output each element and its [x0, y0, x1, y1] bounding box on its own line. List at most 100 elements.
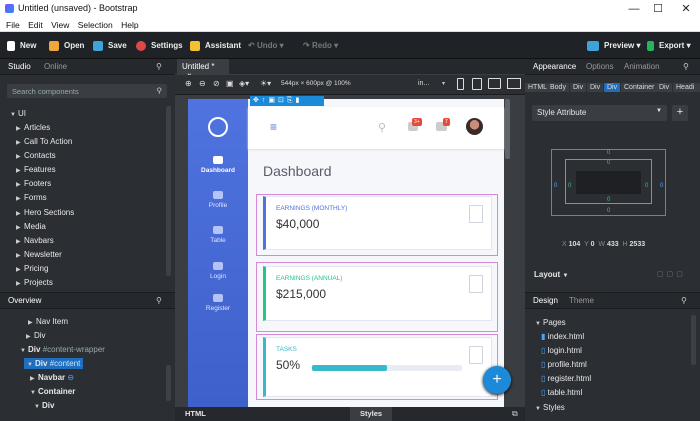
device-select[interactable]: in... — [418, 80, 429, 87]
overview-item-nav-item[interactable]: ▶ Nav Item — [28, 317, 68, 326]
menu-file[interactable]: File — [6, 20, 20, 30]
block-icon[interactable]: ⊘ — [213, 79, 220, 88]
export-button[interactable]: Export ▾ — [647, 39, 691, 52]
page-index[interactable]: ▮ index.html — [541, 332, 584, 341]
tree-item-newsletter[interactable]: ▶ Newsletter — [16, 250, 62, 259]
crumb-container[interactable]: Container — [621, 83, 658, 92]
overview-item-content-wrapper[interactable]: ▼ Div #content-wrapper — [20, 345, 105, 354]
canvas-scrollbar[interactable] — [505, 99, 510, 159]
studio-scrollbar[interactable] — [166, 106, 171, 276]
tab-theme[interactable]: Theme — [569, 296, 594, 305]
padding-left-value[interactable]: 0 — [568, 183, 571, 189]
layout-tools-icon[interactable]: ▢▢▢ — [657, 270, 686, 278]
avatar[interactable] — [466, 118, 483, 135]
padding-top-value[interactable]: 0 — [607, 160, 610, 166]
tree-item-footers[interactable]: ▶ Footers — [16, 179, 51, 188]
margin-left-value[interactable]: 0 — [554, 183, 557, 189]
menu-help[interactable]: Help — [121, 20, 138, 30]
page-table[interactable]: ▯ table.html — [541, 388, 582, 397]
nav-profile[interactable]: Profile — [188, 191, 248, 209]
tab-appearance[interactable]: Appearance — [533, 62, 576, 71]
card-earnings-monthly[interactable]: EARNINGS (MONTHLY) $40,000 — [263, 196, 492, 250]
tablet-icon[interactable] — [472, 78, 482, 90]
expand-icon[interactable]: ⧉ — [512, 409, 518, 419]
preview-button[interactable]: Preview ▾ — [587, 39, 641, 52]
tree-item-pricing[interactable]: ▶ Pricing — [16, 264, 48, 273]
nav-dashboard[interactable]: Dashboard — [188, 156, 248, 174]
brightness-icon[interactable]: ☀▾ — [260, 79, 271, 88]
tree-item-media[interactable]: ▶ Media — [16, 222, 46, 231]
tree-item-contacts[interactable]: ▶ Contacts — [16, 151, 56, 160]
open-button[interactable]: Open — [49, 39, 84, 52]
settings-button[interactable]: Settings — [136, 39, 183, 52]
tab-animation[interactable]: Animation — [624, 62, 660, 71]
tree-item-forms[interactable]: ▶ Forms — [16, 193, 47, 202]
search-icon[interactable]: ⚲ — [683, 62, 689, 71]
overview-item-navbar[interactable]: ▶ Navbar ⊖ — [30, 373, 74, 382]
search-icon[interactable]: ⚲ — [378, 121, 386, 134]
tab-options[interactable]: Options — [586, 62, 614, 71]
brand-logo-icon[interactable] — [208, 117, 228, 137]
save-button[interactable]: Save — [93, 39, 127, 52]
pages-section[interactable]: ▼ Pages — [535, 318, 566, 327]
layers-icon[interactable]: ◈▾ — [239, 79, 249, 88]
maximize-button[interactable]: ☐ — [648, 1, 668, 17]
nav-register[interactable]: Register — [188, 294, 248, 312]
styles-section[interactable]: ▼ Styles — [535, 403, 565, 412]
overview-item-div[interactable]: ▶ Div — [26, 331, 46, 340]
tree-item-ui[interactable]: ▼ UI — [10, 109, 26, 118]
search-icon[interactable]: ⚲ — [681, 296, 687, 305]
tab-online[interactable]: Online — [44, 62, 67, 71]
close-button[interactable]: ✕ — [676, 1, 696, 17]
menu-edit[interactable]: Edit — [28, 20, 43, 30]
assistant-button[interactable]: Assistant — [190, 39, 241, 52]
crumb-div[interactable]: Div — [656, 83, 673, 92]
margin-top-value[interactable]: 0 — [607, 150, 610, 156]
component-search-input[interactable]: Search components ⚲ — [7, 84, 167, 98]
search-icon[interactable]: ⚲ — [156, 62, 162, 71]
crumb-body[interactable]: Body — [547, 83, 569, 92]
desktop-icon[interactable] — [507, 78, 521, 89]
page-profile[interactable]: ▯ profile.html — [541, 360, 587, 369]
tree-item-hero-sections[interactable]: ▶ Hero Sections — [16, 208, 74, 217]
page-login[interactable]: ▯ login.html — [541, 346, 582, 355]
tree-item-navbars[interactable]: ▶ Navbars — [16, 236, 54, 245]
phone-icon[interactable] — [457, 78, 464, 90]
document-tab[interactable]: Untitled * × — [177, 59, 229, 80]
tree-item-call-to-action[interactable]: ▶ Call To Action — [16, 137, 72, 146]
laptop-icon[interactable] — [488, 78, 501, 89]
page-register[interactable]: ▯ register.html — [541, 374, 591, 383]
margin-right-value[interactable]: 0 — [660, 183, 663, 189]
tree-item-projects[interactable]: ▶ Projects — [16, 278, 53, 288]
zoom-out-icon[interactable]: ⊖ — [199, 79, 206, 88]
zoom-in-icon[interactable]: ⊕ — [185, 79, 192, 88]
add-element-fab[interactable]: + — [483, 366, 511, 394]
tree-item-articles[interactable]: ▶ Articles — [16, 123, 50, 132]
crumb-div[interactable]: Div — [587, 83, 604, 92]
crumb-heading[interactable]: Headi — [673, 83, 700, 92]
tree-item-features[interactable]: ▶ Features — [16, 165, 56, 174]
overview-scrollbar[interactable] — [166, 365, 171, 401]
layout-section[interactable]: Layout ▼ — [534, 270, 568, 279]
tab-design[interactable]: Design — [533, 296, 558, 305]
element-selection-toolbar[interactable]: ✥↑▣⊡⎘▮ — [250, 96, 324, 106]
style-attribute-select[interactable]: Style Attribute ▼ — [532, 105, 667, 121]
overview-item-container[interactable]: ▼ Container — [30, 387, 75, 396]
nav-login[interactable]: Login — [188, 262, 248, 280]
new-button[interactable]: New — [7, 39, 36, 52]
styles-tab[interactable]: Styles — [350, 407, 393, 421]
chevron-down-icon[interactable]: ▾ — [442, 80, 445, 87]
redo-button[interactable]: ↷ Redo ▾ — [303, 39, 338, 52]
minimize-button[interactable]: — — [624, 1, 644, 17]
image-icon[interactable]: ▣ — [226, 79, 234, 88]
overview-item-content-selected[interactable]: ▼ Div #content — [24, 358, 84, 369]
card-tasks[interactable]: TASKS 50% — [263, 337, 492, 397]
html-tab[interactable]: HTML — [185, 409, 206, 418]
card-earnings-annual[interactable]: EARNINGS (ANNUAL) $215,000 — [263, 266, 492, 321]
tab-studio[interactable]: Studio — [8, 62, 31, 71]
menu-selection[interactable]: Selection — [78, 20, 113, 30]
add-style-button[interactable]: + — [672, 105, 688, 121]
crumb-div[interactable]: Div — [570, 83, 587, 92]
crumb-div-active[interactable]: Div — [604, 83, 621, 92]
menu-toggle-icon[interactable]: ≡ — [270, 120, 277, 134]
